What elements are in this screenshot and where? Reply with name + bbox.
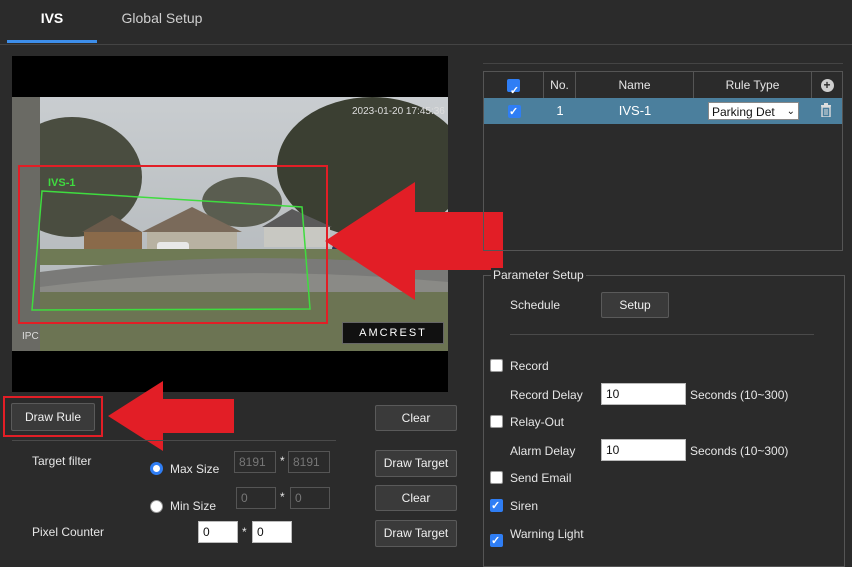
add-rule-cell: + xyxy=(812,72,842,98)
warning-light-label: Warning Light xyxy=(510,527,584,541)
highlight-box xyxy=(18,165,328,324)
schedule-label: Schedule xyxy=(510,298,561,312)
min-size-label: Min Size xyxy=(170,499,217,513)
table-header-row: No. Name Rule Type + xyxy=(484,72,842,98)
pixel-height-input[interactable] xyxy=(252,521,292,543)
siren-label: Siren xyxy=(510,499,539,513)
parameter-setup-title: Parameter Setup xyxy=(491,268,586,282)
divider xyxy=(12,440,336,441)
relay-out-label: Relay-Out xyxy=(510,415,565,429)
alarm-delay-input[interactable] xyxy=(601,439,686,461)
times-symbol: * xyxy=(280,454,285,468)
pixel-counter-label: Pixel Counter xyxy=(32,525,105,539)
record-delay-unit: Seconds (10~300) xyxy=(690,388,789,402)
max-size-radio[interactable] xyxy=(150,462,163,475)
record-delay-input[interactable] xyxy=(601,383,686,405)
record-label: Record xyxy=(510,359,549,373)
schedule-setup-button[interactable]: Setup xyxy=(601,292,669,318)
min-width-input[interactable] xyxy=(236,487,276,509)
max-size-label: Max Size xyxy=(170,462,220,476)
add-icon[interactable]: + xyxy=(820,79,834,93)
row-checkbox[interactable] xyxy=(508,105,521,118)
row-name: IVS-1 xyxy=(618,103,652,118)
min-height-input[interactable] xyxy=(290,487,330,509)
arrow-left-icon xyxy=(325,182,503,300)
row-no: 1 xyxy=(556,103,564,118)
amcrest-logo: AMCREST xyxy=(342,322,444,344)
alarm-delay-unit: Seconds (10~300) xyxy=(690,444,789,458)
rule-type-value: Parking Det xyxy=(712,105,775,119)
table-row[interactable]: 1 IVS-1 Parking Det ⌄ xyxy=(484,98,842,124)
times-symbol: * xyxy=(280,490,285,504)
header-name: Name xyxy=(576,72,694,98)
clear-button[interactable]: Clear xyxy=(375,405,457,431)
draw-target-button[interactable]: Draw Target xyxy=(375,520,457,547)
select-all-cell xyxy=(484,72,544,98)
header-rule-type: Rule Type xyxy=(694,72,812,98)
tab-ivs[interactable]: IVS xyxy=(7,0,97,43)
send-email-checkbox[interactable] xyxy=(490,471,503,484)
header-no: No. xyxy=(544,72,576,98)
pixel-width-input[interactable] xyxy=(198,521,238,543)
tab-global-setup[interactable]: Global Setup xyxy=(107,0,217,40)
draw-target-button[interactable]: Draw Target xyxy=(375,450,457,477)
max-height-input[interactable] xyxy=(288,451,330,473)
camera-label: IPC xyxy=(22,331,39,342)
siren-checkbox[interactable] xyxy=(490,499,503,512)
min-size-radio[interactable] xyxy=(150,500,163,513)
chevron-down-icon: ⌄ xyxy=(786,106,795,117)
relay-out-checkbox[interactable] xyxy=(490,415,503,428)
record-checkbox[interactable] xyxy=(490,359,503,372)
alarm-delay-label: Alarm Delay xyxy=(510,444,576,458)
divider xyxy=(483,63,843,64)
max-width-input[interactable] xyxy=(234,451,276,473)
rule-type-select[interactable]: Parking Det ⌄ xyxy=(708,102,799,120)
times-symbol: * xyxy=(242,525,247,539)
draw-rule-button[interactable]: Draw Rule xyxy=(11,403,95,431)
rules-table: No. Name Rule Type + 1 IVS-1 Parking Det… xyxy=(483,71,843,251)
record-delay-label: Record Delay xyxy=(510,388,583,402)
select-all-checkbox[interactable] xyxy=(507,79,520,93)
warning-light-checkbox[interactable] xyxy=(490,534,503,547)
divider xyxy=(510,334,814,335)
row-checkbox-cell xyxy=(508,105,521,118)
trash-icon[interactable] xyxy=(820,103,832,120)
video-timestamp: 2023-01-20 17:45:36 xyxy=(352,106,445,117)
clear-button[interactable]: Clear xyxy=(375,485,457,511)
send-email-label: Send Email xyxy=(510,471,572,485)
target-filter-label: Target filter xyxy=(32,454,92,468)
